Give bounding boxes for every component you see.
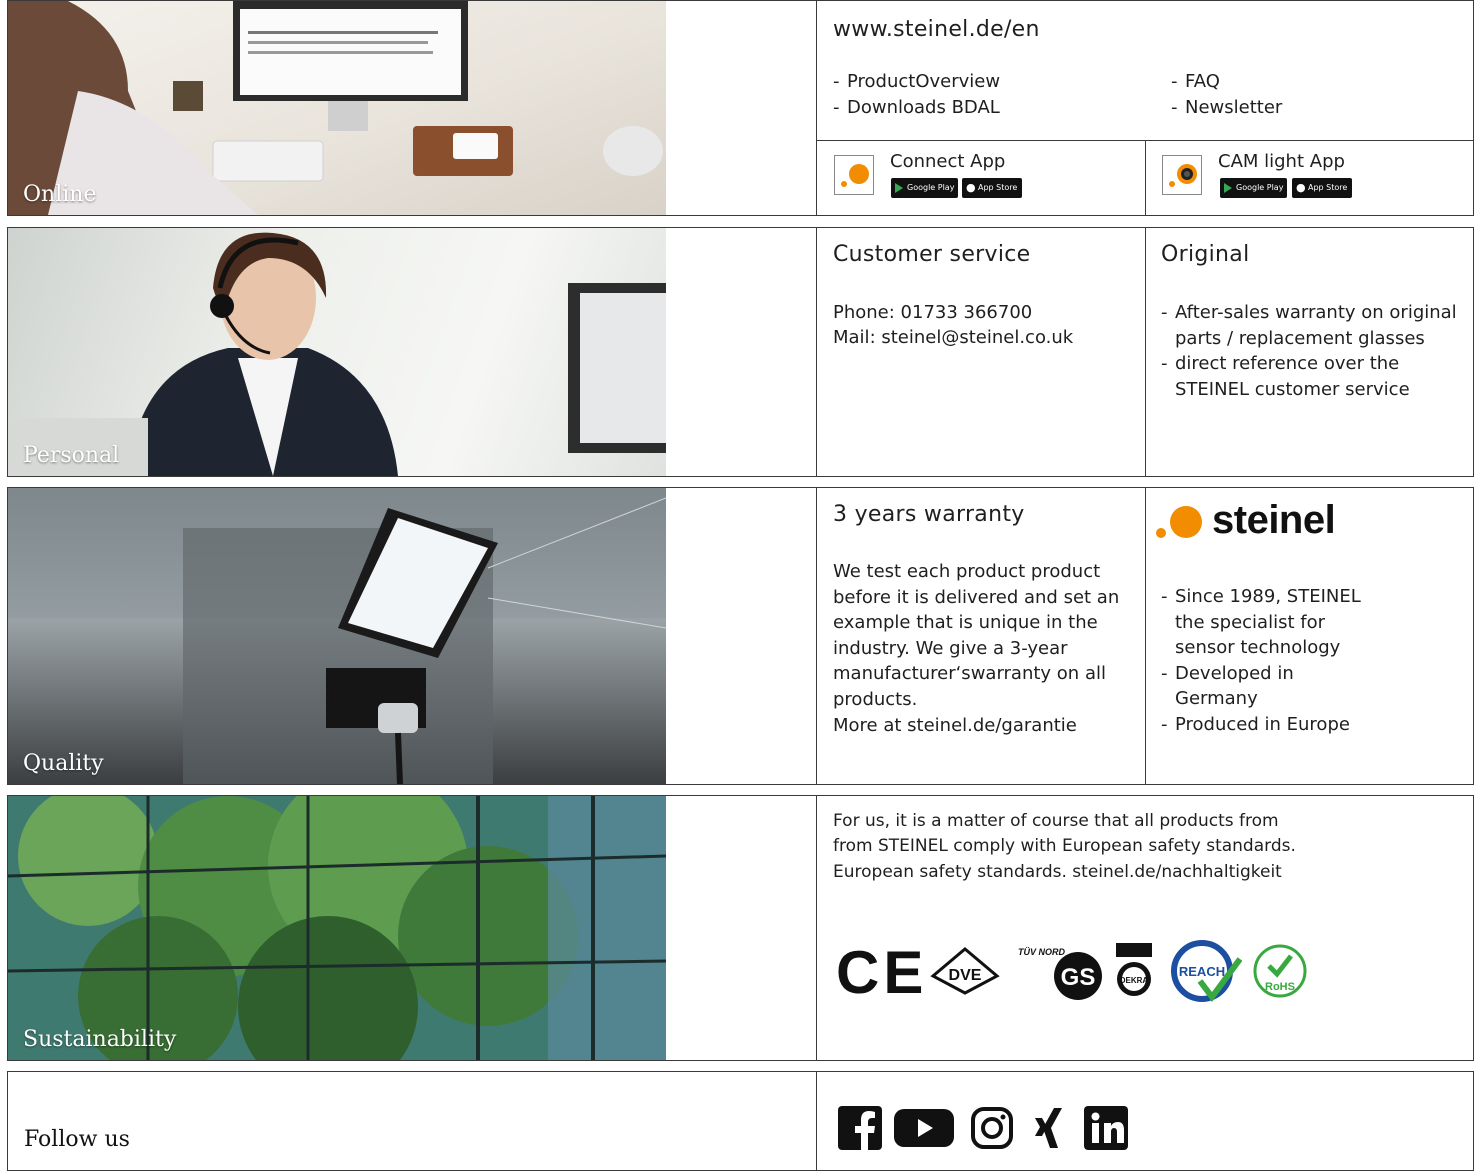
google-play-badge-connect[interactable]: Google Play (891, 178, 958, 198)
warranty-title: 3 years warranty (833, 502, 1025, 527)
svg-text:RoHS: RoHS (1265, 981, 1295, 993)
quality-label: Quality (23, 751, 104, 776)
connect-app-name: Connect App (890, 151, 1006, 172)
app-store-badge-cam[interactable]: ● App Store (1292, 178, 1352, 198)
google-play-badge-cam[interactable]: Google Play (1220, 178, 1287, 198)
phone-number[interactable]: Phone: 01733 366700 (833, 300, 1032, 326)
links-right: FAQ Newsletter (1171, 69, 1282, 120)
brand-name: steinel (1212, 498, 1336, 542)
xing-icon[interactable] (1032, 1106, 1068, 1150)
follow-us-label: Follow us (24, 1127, 130, 1152)
website-url[interactable]: www.steinel.de/en (833, 17, 1040, 42)
cam-light-app-name: CAM light App (1218, 151, 1345, 172)
office-desk-illustration (8, 1, 663, 215)
quality-photo: Quality (8, 488, 666, 784)
floodlight-illustration (8, 488, 666, 784)
tuv-gs-mark-icon: TÜV NORD GS (1018, 947, 1102, 1000)
sustainability-photo: Sustainability (8, 796, 666, 1060)
cam-light-app-icon[interactable] (1162, 155, 1202, 195)
link-newsletter[interactable]: Newsletter (1171, 95, 1282, 121)
online-label: Online (23, 182, 97, 207)
original-title: Original (1161, 242, 1250, 267)
personal-label: Personal (23, 443, 120, 468)
connect-app-icon[interactable] (834, 155, 874, 195)
list-item: Developed in Germany (1161, 661, 1381, 712)
google-play-icon (1224, 183, 1232, 193)
email-address[interactable]: Mail: steinel@steinel.co.uk (833, 325, 1073, 351)
svg-text:DEKRA: DEKRA (1120, 976, 1149, 985)
support-agent-illustration (8, 232, 666, 476)
link-downloads-bdal[interactable]: Downloads BDAL (833, 95, 1000, 121)
list-item: direct reference over the STEINEL custom… (1161, 351, 1461, 402)
link-product-overview[interactable]: ProductOverview (833, 69, 1000, 95)
svg-text:DVE: DVE (949, 967, 982, 984)
warranty-text: We test each product product before it i… (833, 561, 1120, 710)
online-photo: Online (8, 1, 666, 215)
personal-photo: Personal (8, 228, 666, 476)
rohs-mark-icon: RoHS (1253, 944, 1307, 998)
apple-icon: ● (1296, 181, 1306, 194)
reach-mark-icon: REACH (1171, 940, 1242, 1003)
ce-mark-icon: CE (836, 939, 928, 1006)
brand-list: Since 1989, STEINEL the specialist for s… (1161, 584, 1381, 738)
link-faq[interactable]: FAQ (1171, 69, 1282, 95)
svg-text:REACH: REACH (1179, 964, 1225, 979)
linkedin-icon[interactable] (1084, 1106, 1128, 1150)
list-item: Produced in Europe (1161, 712, 1381, 738)
list-item: After-sales warranty on original parts /… (1161, 300, 1461, 351)
instagram-icon[interactable] (970, 1106, 1014, 1150)
google-play-icon (895, 183, 903, 193)
sustainability-label: Sustainability (23, 1027, 177, 1052)
svg-text:GS: GS (1061, 964, 1096, 991)
links-left: ProductOverview Downloads BDAL (833, 69, 1000, 120)
section-follow: Follow us (7, 1071, 1474, 1171)
original-list: After-sales warranty on original parts /… (1161, 300, 1461, 402)
list-item: Since 1989, STEINEL the specialist for s… (1161, 584, 1381, 661)
svg-text:TÜV NORD: TÜV NORD (1018, 947, 1066, 957)
app-store-badge-connect[interactable]: ● App Store (962, 178, 1022, 198)
facebook-icon[interactable] (838, 1106, 882, 1150)
sustainability-line-3: European safety standards. steinel.de/na… (833, 862, 1282, 882)
sustainability-line-1: For us, it is a matter of course that al… (833, 811, 1279, 831)
glass-facade-trees-illustration (8, 796, 666, 1060)
sustainability-line-2: from STEINEL comply with European safety… (833, 836, 1296, 856)
section-quality: Quality 3 years warranty We test each pr… (7, 487, 1474, 785)
section-sustainability: Sustainability For us, it is a matter of… (7, 795, 1474, 1061)
youtube-icon[interactable] (894, 1106, 954, 1150)
section-online: Online www.steinel.de/en ProductOverview… (7, 0, 1474, 216)
apple-icon: ● (966, 181, 976, 194)
section-personal: Personal Customer service Phone: 01733 3… (7, 227, 1474, 477)
vde-mark-icon: DVE (930, 947, 1000, 995)
customer-service-title: Customer service (833, 242, 1031, 267)
warranty-link[interactable]: More at steinel.de/garantie (833, 713, 1077, 739)
dekra-mark-icon: DEKRA (1116, 943, 1152, 996)
